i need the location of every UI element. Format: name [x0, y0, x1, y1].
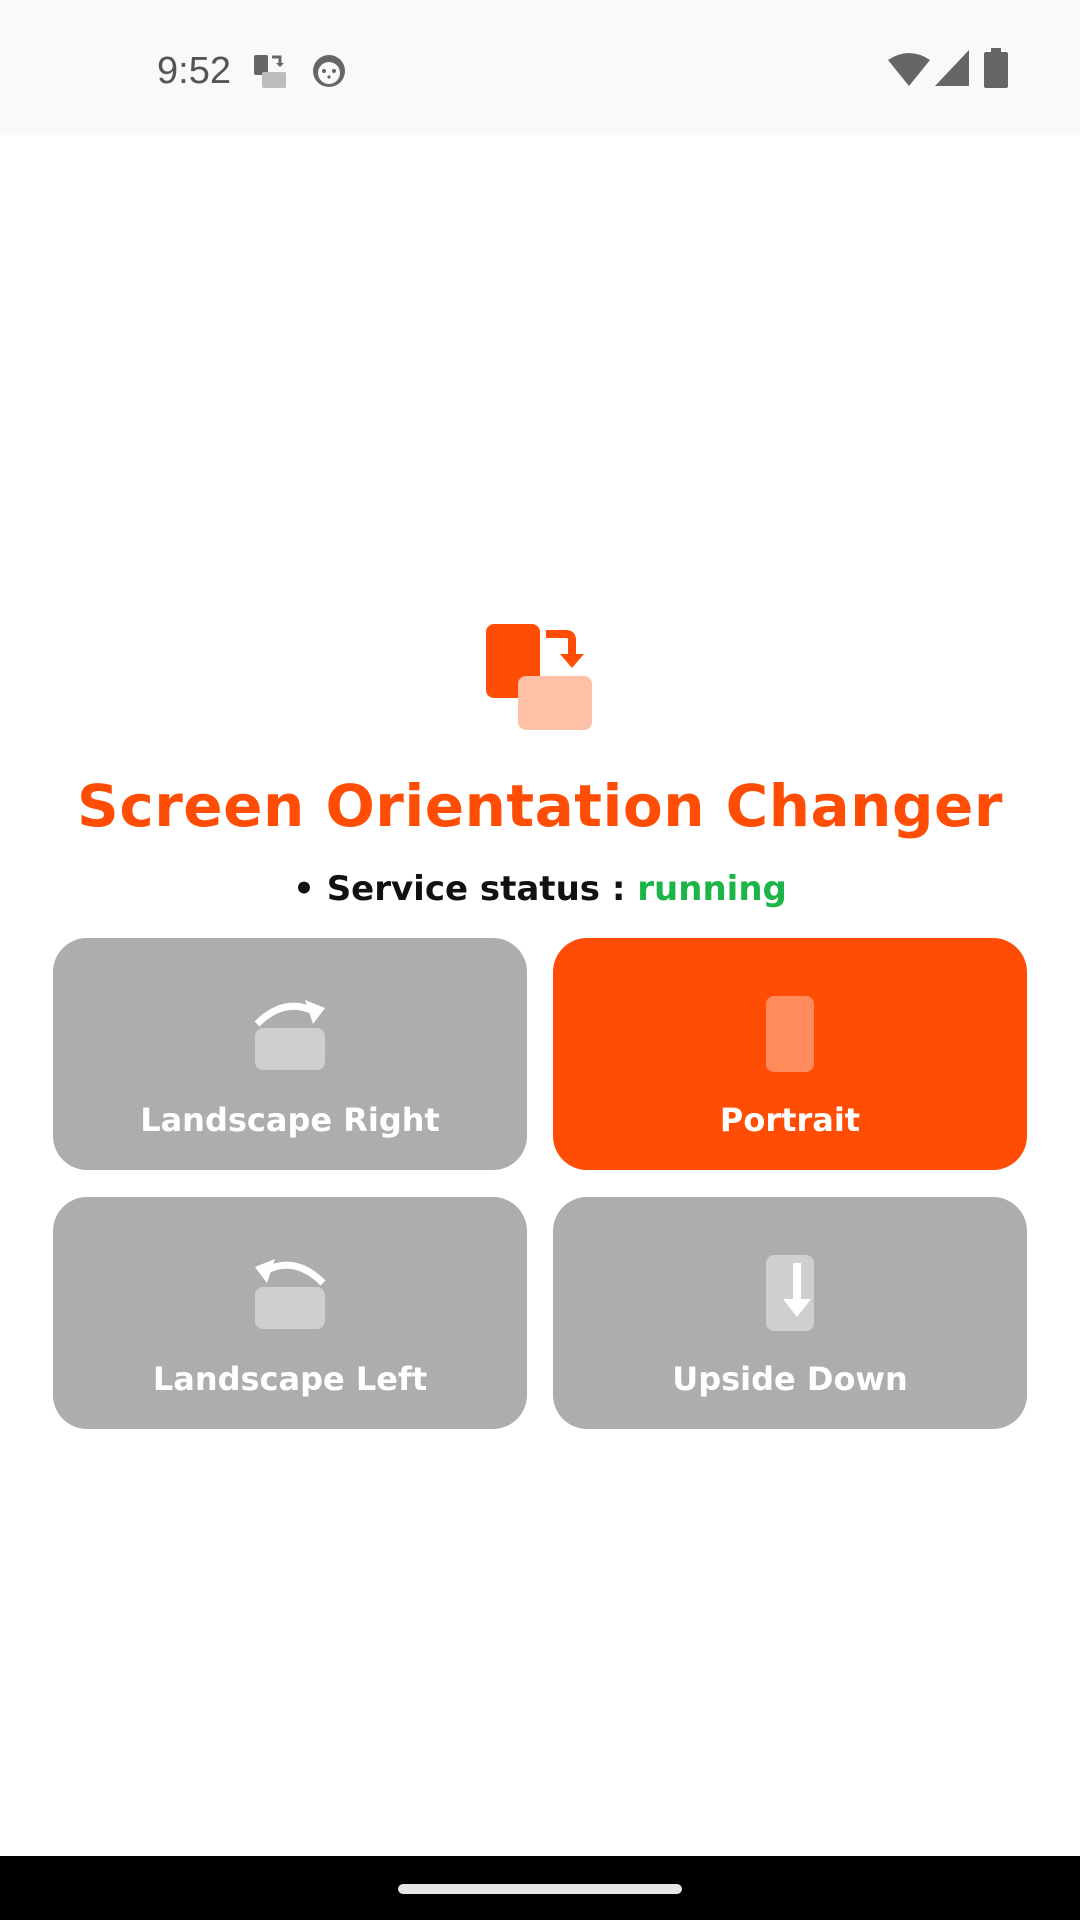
rotate-right-icon: [254, 1000, 325, 1070]
landscape-right-button[interactable]: Landscape Right: [53, 938, 527, 1170]
upside-down-button[interactable]: Upside Down: [553, 1197, 1027, 1429]
battery-icon: [984, 48, 1008, 88]
upside-down-label: Upside Down: [672, 1360, 908, 1398]
service-status-line: • Service status : running: [0, 866, 1080, 912]
service-status-label: • Service status :: [293, 869, 638, 909]
status-time: 9:52: [157, 50, 231, 92]
portrait-button[interactable]: Portrait: [553, 938, 1027, 1170]
portrait-icon: [766, 996, 814, 1072]
screen-rotation-app-icon: [254, 55, 286, 88]
home-gesture-handle[interactable]: [398, 1884, 682, 1894]
app-title: Screen Orientation Changer: [77, 772, 1003, 840]
cell-signal-icon: [935, 50, 969, 86]
cat-face-icon: [313, 55, 345, 87]
landscape-left-label: Landscape Left: [152, 1360, 428, 1398]
app-logo-icon: [486, 624, 592, 730]
app-screen: 9:52 Screen Orientation Changer • Servic…: [0, 0, 1080, 1920]
landscape-right-label: Landscape Right: [140, 1101, 440, 1139]
navigation-bar: [0, 1856, 1080, 1920]
landscape-left-button[interactable]: Landscape Left: [53, 1197, 527, 1429]
upside-down-icon: [766, 1255, 814, 1331]
service-status-value: running: [637, 869, 787, 909]
status-bar: 9:52: [0, 0, 1080, 135]
portrait-label: Portrait: [719, 1101, 861, 1139]
rotate-left-icon: [255, 1259, 326, 1329]
wifi-icon: [888, 53, 930, 86]
